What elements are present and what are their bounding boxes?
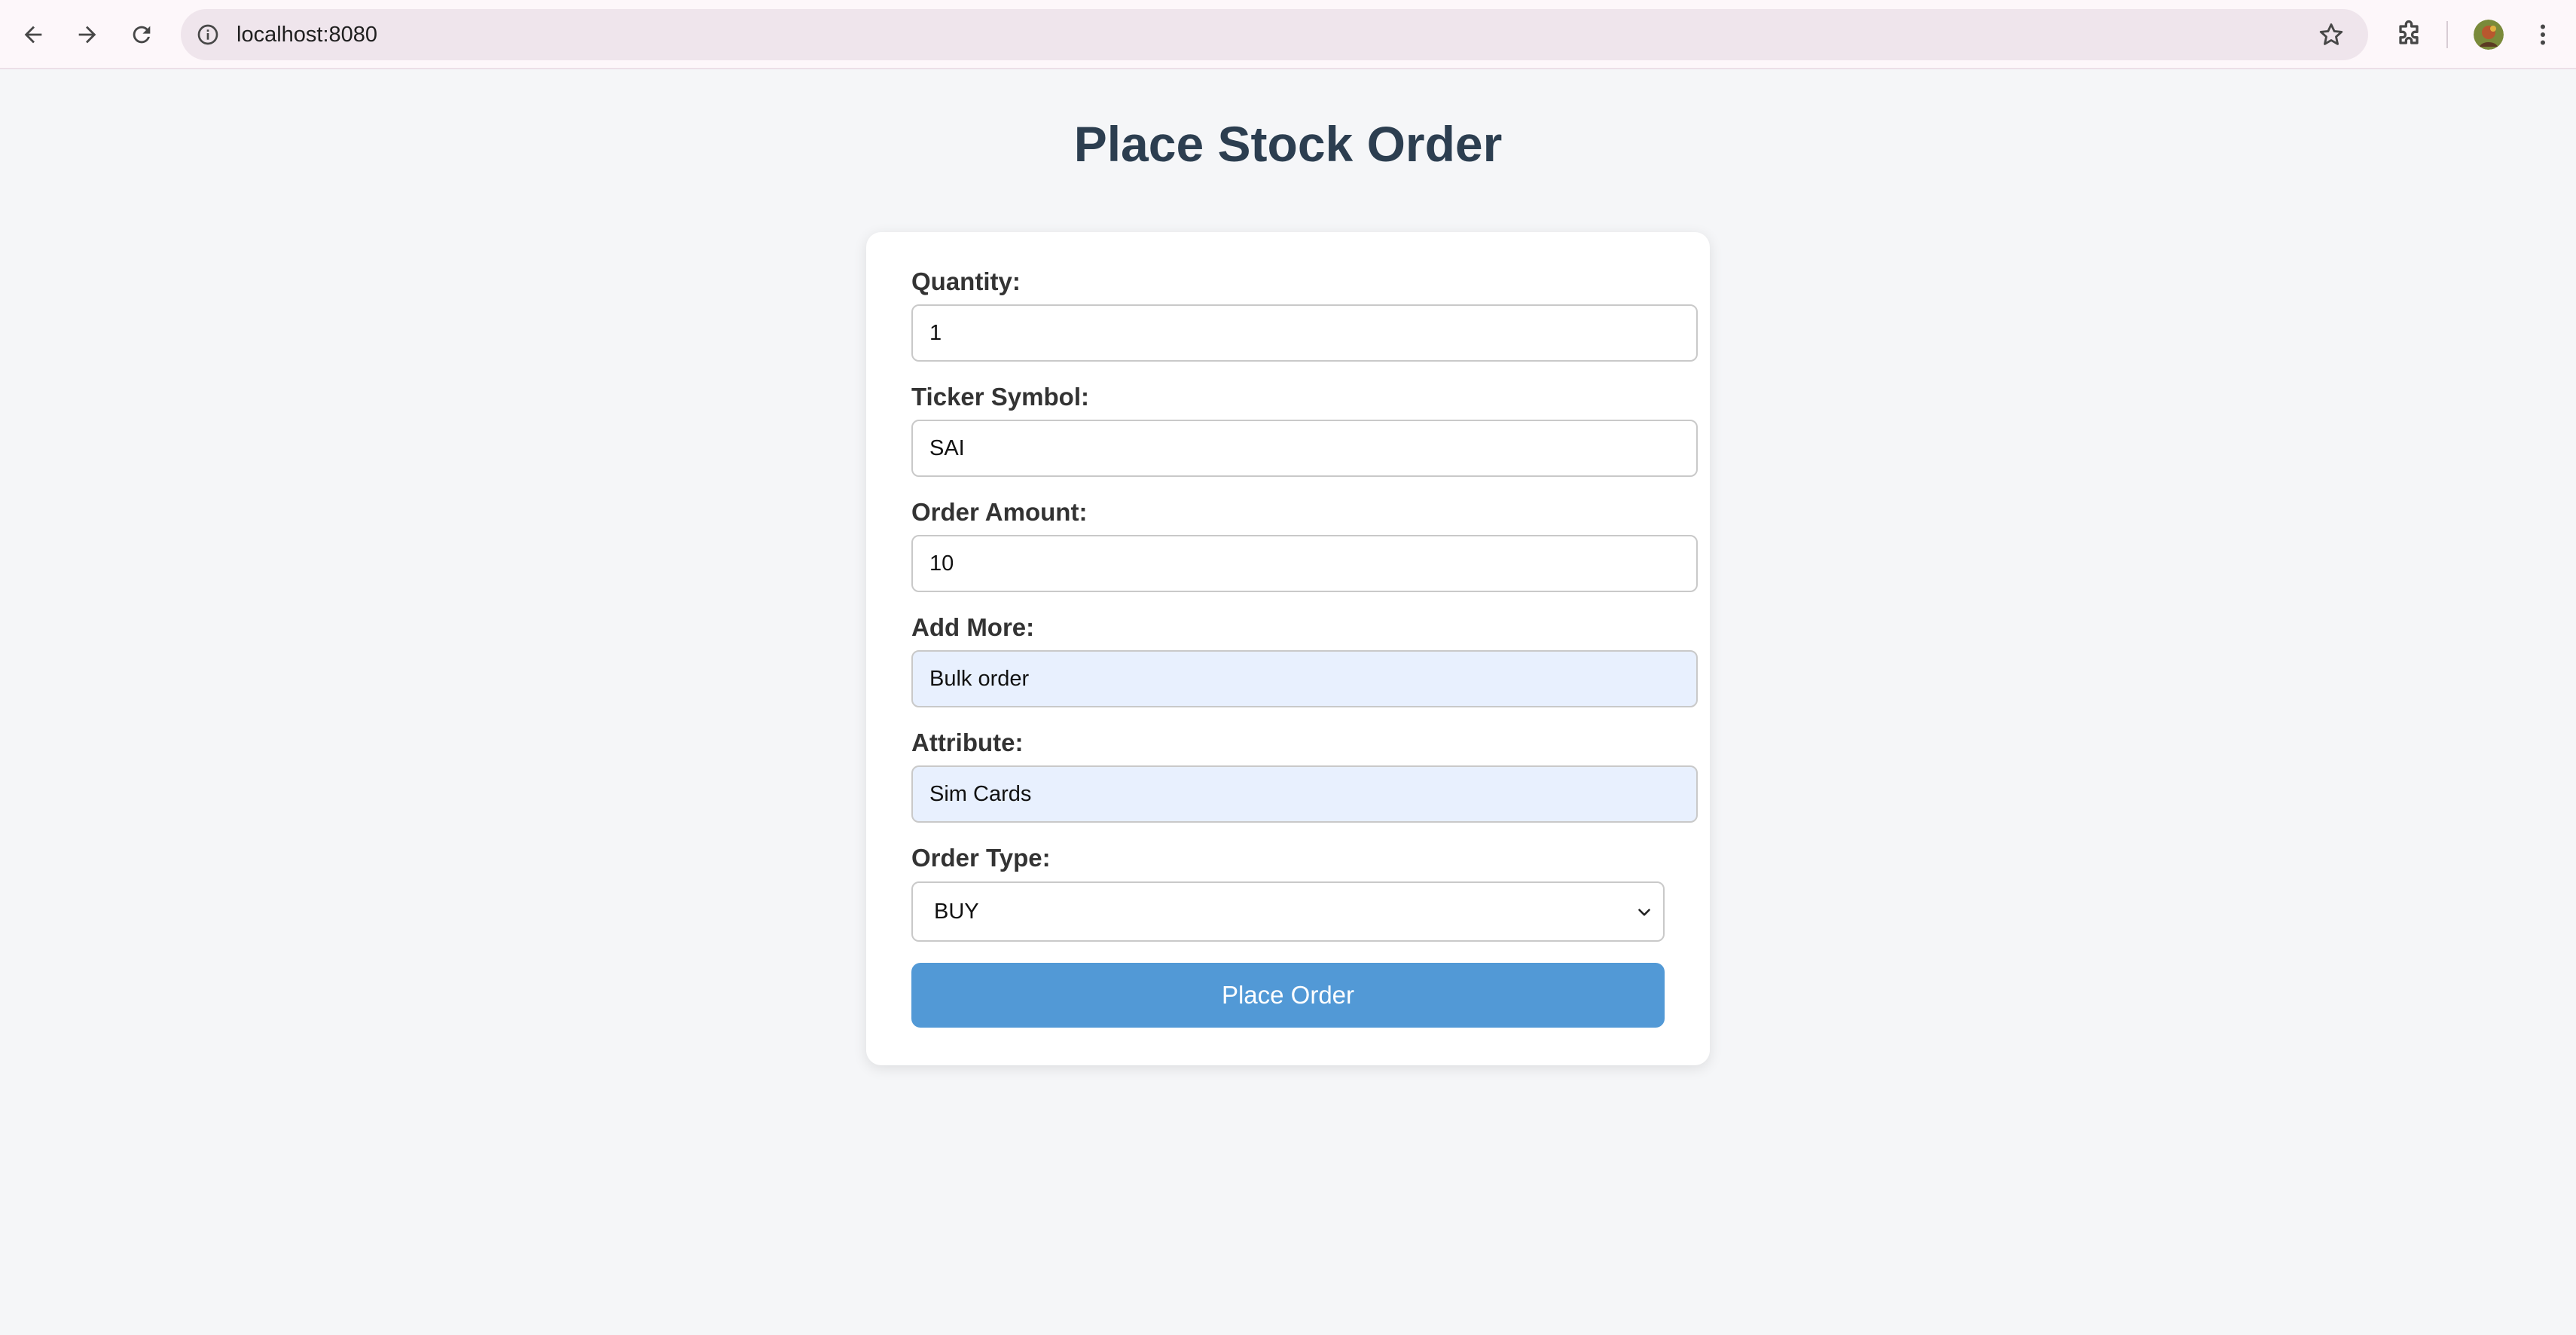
profile-avatar[interactable]	[2474, 20, 2504, 50]
avatar-icon	[2474, 20, 2504, 50]
order-type-select[interactable]: BUY	[911, 881, 1665, 942]
ticker-symbol-label: Ticker Symbol:	[911, 383, 1089, 411]
site-info-icon[interactable]	[196, 23, 220, 47]
order-form-card: Quantity: Ticker Symbol: Order Amount: A…	[866, 232, 1710, 1065]
add-more-label: Add More:	[911, 613, 1035, 641]
order-amount-label: Order Amount:	[911, 498, 1088, 526]
add-more-input[interactable]	[911, 650, 1698, 707]
ticker-symbol-input[interactable]	[911, 420, 1698, 477]
quantity-label: Quantity:	[911, 267, 1021, 295]
back-button[interactable]	[15, 17, 51, 53]
page-title: Place Stock Order	[1073, 116, 1503, 172]
forward-button[interactable]	[69, 17, 105, 53]
reload-button[interactable]	[124, 17, 160, 53]
order-amount-input[interactable]	[911, 535, 1698, 592]
attribute-input[interactable]	[911, 765, 1698, 823]
address-url[interactable]: localhost:8080	[237, 9, 377, 60]
toolbar-divider	[2446, 21, 2448, 48]
quantity-input[interactable]	[911, 304, 1698, 362]
extensions-puzzle-icon[interactable]	[2392, 18, 2425, 51]
arrow-left-icon	[24, 26, 42, 44]
chevron-down-icon	[1638, 909, 1650, 916]
address-bar[interactable]: localhost:8080	[181, 9, 2368, 60]
attribute-label: Attribute:	[911, 729, 1024, 756]
order-type-label: Order Type:	[911, 844, 1051, 872]
place-order-button[interactable]: Place Order	[911, 963, 1665, 1028]
reload-icon	[133, 26, 151, 44]
more-menu-icon[interactable]	[2529, 18, 2556, 51]
arrow-right-icon	[78, 26, 96, 44]
browser-toolbar: localhost:8080	[0, 0, 2576, 69]
bookmark-star-icon[interactable]	[2317, 20, 2346, 49]
order-type-selected-value: BUY	[934, 900, 979, 924]
